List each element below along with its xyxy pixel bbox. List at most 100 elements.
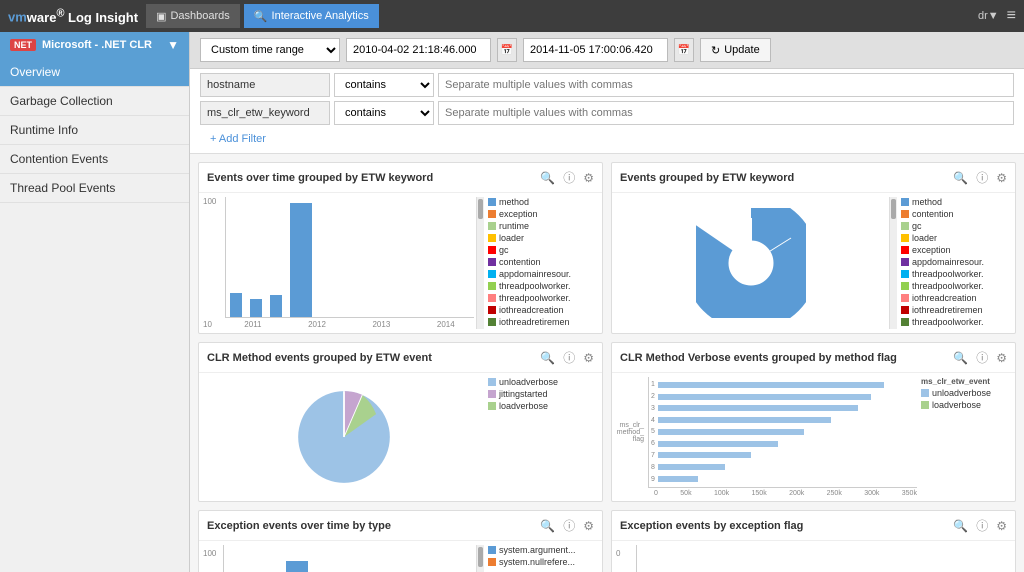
filter-field-hostname: hostname [200,73,330,97]
chart-body-1: 100 10 [199,193,602,333]
info-chart-icon-3[interactable]: ⓘ [563,349,575,366]
pie-chart-3 [289,377,399,497]
chart-exception-over-time: Exception events over time by type 🔍 ⓘ ⚙… [198,510,603,572]
info-chart-icon-1[interactable]: ⓘ [563,169,575,186]
y-axis-5: 100 [203,545,221,572]
chart-body-6: 0 [612,541,1015,572]
sidebar-item-garbage-collection[interactable]: Garbage Collection [0,87,189,116]
scrollbar-1[interactable] [476,197,484,329]
sidebar-product-label: Microsoft - .NET CLR [42,39,152,51]
chart-legend-1: method exception runtime loader gc conte… [488,197,598,329]
info-chart-icon-6[interactable]: ⓘ [976,517,988,534]
chart-legend-5: system.argument... system.nullrefere... [488,545,598,572]
search-chart-icon-2[interactable]: 🔍 [953,171,968,185]
chart-legend-3: unloadverbose jittingstarted loadverbose [488,377,598,497]
bar-2 [250,299,262,317]
calendar-to-icon[interactable]: 📅 [674,38,694,62]
bar-4 [290,203,312,317]
bar-area-1 [225,197,474,318]
filter-row-etw-keyword: ms_clr_etw_keyword contains [200,101,1014,125]
dashboards-nav-btn[interactable]: ▣ Dashboards [146,4,240,28]
chart-exception-by-flag: Exception events by exception flag 🔍 ⓘ ⚙… [611,510,1016,572]
user-menu[interactable]: dr▼ [978,10,999,22]
time-range-select[interactable]: Custom time range [200,38,340,62]
update-button[interactable]: ↻ Update [700,38,771,62]
sidebar-header: NET Microsoft - .NET CLR ▼ [0,32,189,58]
chart-header-1: Events over time grouped by ETW keyword … [199,163,602,193]
dashboard-grid: Events over time grouped by ETW keyword … [190,154,1024,572]
chart-body-5: 100 [199,541,602,572]
search-chart-icon-5[interactable]: 🔍 [540,519,555,533]
info-chart-icon-4[interactable]: ⓘ [976,349,988,366]
chart-plot-4: ms_clr_method_flag 1 2 3 4 5 6 7 8 [616,377,917,497]
x-axis-4: 050k100k150k200k250k300k350k [616,490,917,497]
chart-legend-2: method contention gc loader exception ap… [901,197,1011,329]
chart-body-3: unloadverbose jittingstarted loadverbose [199,373,602,501]
search-chart-icon-4[interactable]: 🔍 [953,351,968,365]
sidebar-dropdown-icon[interactable]: ▼ [167,38,179,52]
add-filter-button[interactable]: + Add Filter [200,129,1014,149]
settings-chart-icon-6[interactable]: ⚙ [996,519,1007,533]
filter-value-hostname[interactable] [438,73,1014,97]
dashboard-icon: ▣ [156,10,166,23]
bar-area-6 [636,545,897,572]
chart-title-1: Events over time grouped by ETW keyword [207,172,532,184]
filter-operator-etw[interactable]: contains [334,101,434,125]
chart-events-grouped-etw: Events grouped by ETW keyword 🔍 ⓘ ⚙ [611,162,1016,334]
chart-title-4: CLR Method Verbose events grouped by met… [620,352,945,364]
info-chart-icon-2[interactable]: ⓘ [976,169,988,186]
settings-chart-icon-5[interactable]: ⚙ [583,519,594,533]
sidebar-item-thread-pool-events[interactable]: Thread Pool Events [0,174,189,203]
chart-clr-method-verbose: CLR Method Verbose events grouped by met… [611,342,1016,502]
bar-3 [270,295,282,317]
pie-chart-2 [696,208,806,318]
scrollbar-2[interactable] [889,197,897,329]
chart-plot-3 [203,377,484,497]
search-chart-icon-3[interactable]: 🔍 [540,351,555,365]
chart-header-6: Exception events by exception flag 🔍 ⓘ ⚙ [612,511,1015,541]
ware-text: ware® Log Insight [27,10,138,25]
sidebar-item-overview[interactable]: Overview [0,58,189,87]
settings-chart-icon-2[interactable]: ⚙ [996,171,1007,185]
calendar-from-icon[interactable]: 📅 [497,38,517,62]
filter-operator-hostname[interactable]: contains [334,73,434,97]
bar-1 [230,293,242,317]
chart-title-3: CLR Method events grouped by ETW event [207,352,532,364]
sidebar-item-runtime-info[interactable]: Runtime Info [0,116,189,145]
chart-title-2: Events grouped by ETW keyword [620,172,945,184]
main-panel: Custom time range 📅 📅 ↻ Update hostname … [190,32,1024,572]
sidebar: NET Microsoft - .NET CLR ▼ Overview Garb… [0,32,190,572]
scrollbar-5[interactable] [476,545,484,572]
info-chart-icon-5[interactable]: ⓘ [563,517,575,534]
chart-legend-6 [901,545,1011,572]
interactive-analytics-nav-btn[interactable]: 🔍 Interactive Analytics [244,4,379,28]
hbar-container: 1 2 3 4 5 6 7 8 9 [648,377,917,488]
chart-plot-5: 100 [203,545,484,572]
vm-text: vm [8,10,27,25]
sidebar-item-contention-events[interactable]: Contention Events [0,145,189,174]
chart-header-4: CLR Method Verbose events grouped by met… [612,343,1015,373]
chart-legend-4: ms_clr_etw_event unloadverbose loadverbo… [921,377,1011,497]
y-axis-6: 0 [616,545,634,572]
settings-chart-icon-1[interactable]: ⚙ [583,171,594,185]
chart-header-3: CLR Method events grouped by ETW event 🔍… [199,343,602,373]
y-axis-1: 100 10 [203,197,223,329]
filter-value-etw[interactable] [438,101,1014,125]
vmware-logo: vmware® Log Insight [8,7,138,24]
product-badge: NET [10,39,36,51]
date-to-input[interactable] [523,38,668,62]
filter-field-etw: ms_clr_etw_keyword [200,101,330,125]
nav-right: dr▼ ≡ [978,7,1016,25]
search-chart-icon-6[interactable]: 🔍 [953,519,968,533]
chart-header-5: Exception events over time by type 🔍 ⓘ ⚙ [199,511,602,541]
settings-chart-icon-3[interactable]: ⚙ [583,351,594,365]
chart-events-over-time: Events over time grouped by ETW keyword … [198,162,603,334]
date-from-input[interactable] [346,38,491,62]
search-chart-icon-1[interactable]: 🔍 [540,171,555,185]
chart-title-6: Exception events by exception flag [620,520,945,532]
filters-panel: hostname contains ms_clr_etw_keyword con… [190,69,1024,154]
settings-chart-icon-4[interactable]: ⚙ [996,351,1007,365]
chart-plot-2 [616,197,885,329]
bar-area-5 [223,545,474,572]
main-menu-icon[interactable]: ≡ [1007,7,1016,25]
